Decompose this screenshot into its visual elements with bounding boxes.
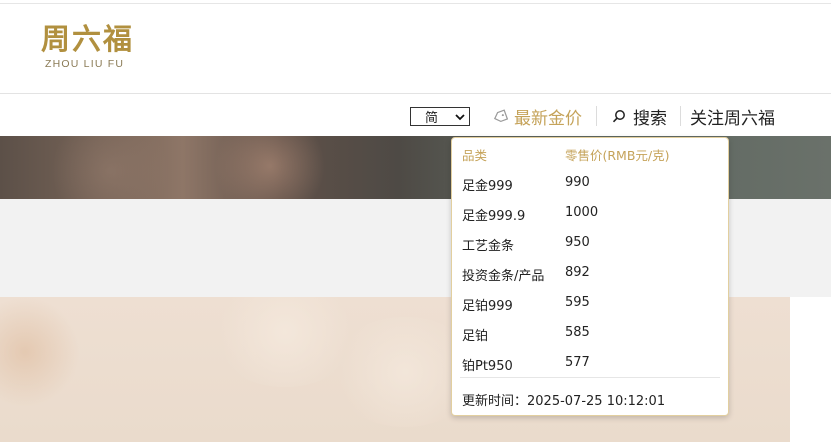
price-row: 工艺金条 950 bbox=[452, 228, 728, 258]
price-category: 工艺金条 bbox=[462, 239, 515, 254]
hero-highlight bbox=[40, 136, 180, 199]
nav-latest-gold-price-label: 最新金价 bbox=[514, 108, 582, 129]
price-value: 577 bbox=[565, 355, 590, 370]
nav-follow[interactable]: 关注周六福 bbox=[690, 103, 775, 129]
tag-icon bbox=[493, 108, 508, 122]
logo-english: ZHOU LIU FU bbox=[45, 58, 125, 70]
price-value: 1000 bbox=[565, 205, 599, 220]
header-divider bbox=[0, 93, 831, 94]
top-border bbox=[0, 3, 831, 4]
chevron-down-icon bbox=[455, 113, 465, 120]
price-row: 投资金条/产品 892 bbox=[452, 258, 728, 288]
price-header-category: 品类 bbox=[462, 148, 488, 163]
price-value: 892 bbox=[565, 265, 590, 280]
language-select[interactable]: 简 bbox=[410, 107, 470, 126]
language-select-value: 简 bbox=[425, 111, 439, 126]
price-value: 585 bbox=[565, 325, 590, 340]
price-update-time: 更新时间：2025-07-25 10:12:01 bbox=[462, 390, 665, 409]
price-value: 950 bbox=[565, 235, 590, 250]
nav-latest-gold-price[interactable]: 最新金价 bbox=[493, 103, 582, 129]
nav-follow-label: 关注周六福 bbox=[690, 108, 775, 129]
hero-highlight bbox=[210, 136, 330, 199]
price-value: 990 bbox=[565, 175, 590, 190]
update-time-value: 2025-07-25 10:12:01 bbox=[527, 394, 666, 409]
price-row: 足铂 585 bbox=[452, 318, 728, 348]
pattern-circle bbox=[0, 297, 80, 407]
price-panel-divider bbox=[460, 377, 720, 378]
nav-separator bbox=[596, 106, 597, 126]
nav-search-label: 搜索 bbox=[633, 108, 667, 129]
price-category: 足金999 bbox=[462, 179, 513, 194]
price-row: 铂Pt950 577 bbox=[452, 348, 728, 378]
search-icon bbox=[612, 110, 625, 123]
price-category: 足铂999 bbox=[462, 299, 513, 314]
gold-price-dropdown: 品类 零售价(RMB元/克) 足金999 990 足金999.9 1000 工艺… bbox=[451, 137, 729, 416]
price-row: 足铂999 595 bbox=[452, 288, 728, 318]
price-header-price: 零售价(RMB元/克) bbox=[565, 148, 670, 163]
price-category: 足金999.9 bbox=[462, 209, 526, 224]
price-category: 足铂 bbox=[462, 329, 489, 344]
price-row: 足金999 990 bbox=[452, 168, 728, 198]
logo[interactable]: 周六福 ZHOU LIU FU bbox=[41, 20, 141, 72]
nav-search[interactable]: 搜索 bbox=[612, 103, 667, 129]
nav-separator bbox=[680, 106, 681, 126]
logo-chinese: 周六福 bbox=[41, 22, 135, 56]
update-time-label: 更新时间： bbox=[462, 394, 528, 409]
price-category: 投资金条/产品 bbox=[462, 269, 545, 284]
price-row: 足金999.9 1000 bbox=[452, 198, 728, 228]
page: 周六福 ZHOU LIU FU 简 最新金价 搜索 关注周六福 品类 零售价(R… bbox=[0, 0, 831, 442]
price-category: 铂Pt950 bbox=[462, 359, 513, 374]
price-value: 595 bbox=[565, 295, 590, 310]
